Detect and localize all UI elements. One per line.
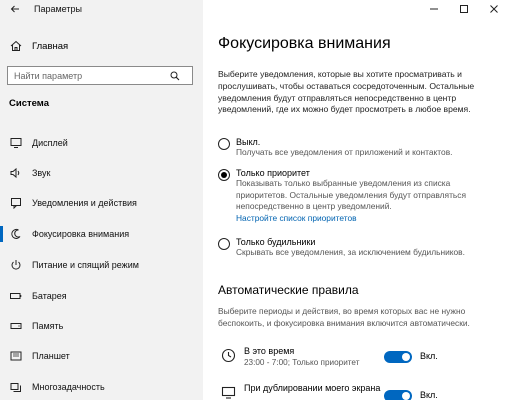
window-controls — [419, 0, 509, 18]
back-button[interactable] — [6, 0, 24, 18]
maximize-button[interactable] — [449, 0, 479, 18]
sidebar-section-title: Система — [9, 98, 49, 109]
power-icon — [9, 258, 23, 272]
search-icon[interactable] — [168, 69, 182, 83]
search-box[interactable] — [7, 66, 193, 85]
rule-screen-duplicating[interactable]: При дублировании моего экрана Вкл. — [218, 382, 503, 400]
page-description: Выберите уведомления, которые вы хотите … — [218, 69, 475, 115]
radio-priority-only[interactable] — [218, 169, 230, 181]
radio-dot — [221, 172, 227, 178]
search-input[interactable] — [8, 67, 168, 84]
option-description: Показывать только выбранные уведомления … — [236, 178, 467, 212]
monitor-icon — [220, 384, 236, 400]
rule-title: При дублировании моего экрана — [244, 383, 381, 393]
storage-icon — [9, 319, 23, 333]
app-title: Параметры — [34, 4, 82, 14]
titlebar-left: Параметры — [0, 0, 203, 18]
sidebar-item-display[interactable]: Дисплей — [0, 132, 203, 154]
close-icon — [490, 5, 498, 13]
page-title: Фокусировка внимания — [218, 35, 391, 52]
sidebar-item-label: Дисплей — [32, 138, 68, 148]
sidebar-item-notifications[interactable]: Уведомления и действия — [0, 192, 203, 214]
radio-off[interactable] — [218, 138, 230, 150]
sidebar-item-label: Память — [32, 321, 64, 331]
sidebar-item-label: Фокусировка внимания — [32, 229, 130, 239]
sidebar-item-sound[interactable]: Звук — [0, 162, 203, 184]
close-button[interactable] — [479, 0, 509, 18]
toggle-knob — [402, 353, 410, 361]
sidebar-item-multitasking[interactable]: Многозадачность — [0, 376, 203, 398]
display-icon — [9, 136, 23, 150]
sidebar-item-battery[interactable]: Батарея — [0, 285, 203, 307]
option-off[interactable]: Выкл. Получать все уведомления от прилож… — [218, 137, 482, 159]
toggle-knob — [402, 392, 410, 400]
sidebar-item-label: Многозадачность — [32, 382, 105, 392]
sidebar-item-label: Питание и спящий режим — [32, 260, 139, 270]
option-description: Скрывать все уведомления, за исключением… — [236, 247, 465, 257]
home-icon — [9, 39, 23, 53]
back-arrow-icon — [10, 5, 19, 13]
sidebar-item-power[interactable]: Питание и спящий режим — [0, 254, 203, 276]
rule-toggle-during-time[interactable] — [384, 351, 412, 363]
option-description: Получать все уведомления от приложений и… — [236, 147, 453, 157]
toggle-state-label: Вкл. — [420, 351, 438, 361]
settings-window: Параметры Главная Система — [0, 0, 509, 400]
option-label: Только будильники — [236, 237, 316, 247]
battery-icon — [9, 289, 23, 303]
rule-during-time[interactable]: В это время 23:00 - 7:00; Только приорит… — [218, 345, 503, 373]
sidebar-item-label: Планшет — [32, 351, 70, 361]
home-label: Главная — [32, 40, 69, 52]
radio-alarms-only[interactable] — [218, 238, 230, 250]
auto-rules-description: Выберите периоды и действия, во время ко… — [218, 306, 470, 328]
focus-assist-icon — [9, 227, 23, 241]
option-label: Выкл. — [236, 137, 261, 147]
rule-title: В это время — [244, 346, 295, 356]
sidebar: Параметры Главная Система — [0, 0, 203, 400]
sidebar-item-label: Уведомления и действия — [32, 198, 137, 208]
notifications-icon — [9, 196, 23, 210]
tablet-icon — [9, 349, 23, 363]
minimize-icon — [430, 8, 438, 10]
toggle-state-label: Вкл. — [420, 390, 438, 400]
sidebar-item-tablet[interactable]: Планшет — [0, 345, 203, 367]
minimize-button[interactable] — [419, 0, 449, 18]
sidebar-item-label: Батарея — [32, 291, 67, 301]
main-content: Фокусировка внимания Выберите уведомлени… — [203, 0, 509, 400]
sound-icon — [9, 166, 23, 180]
priority-list-link[interactable]: Настройте список приоритетов — [236, 213, 482, 223]
option-alarms-only[interactable]: Только будильники Скрывать все уведомлен… — [218, 237, 482, 259]
maximize-icon — [460, 5, 468, 13]
sidebar-item-label: Звук — [32, 168, 51, 178]
sidebar-item-storage[interactable]: Память — [0, 315, 203, 337]
sidebar-item-home[interactable]: Главная — [0, 36, 203, 56]
sidebar-item-focus-assist[interactable]: Фокусировка внимания — [0, 223, 203, 245]
multitasking-icon — [9, 380, 23, 394]
rule-subtitle: 23:00 - 7:00; Только приоритет — [244, 358, 360, 367]
option-priority-only[interactable]: Только приоритет Показывать только выбра… — [218, 168, 482, 223]
clock-icon — [220, 347, 236, 363]
option-label: Только приоритет — [236, 168, 310, 178]
rule-toggle-screen-duplicating[interactable] — [384, 390, 412, 400]
auto-rules-title: Автоматические правила — [218, 283, 359, 297]
